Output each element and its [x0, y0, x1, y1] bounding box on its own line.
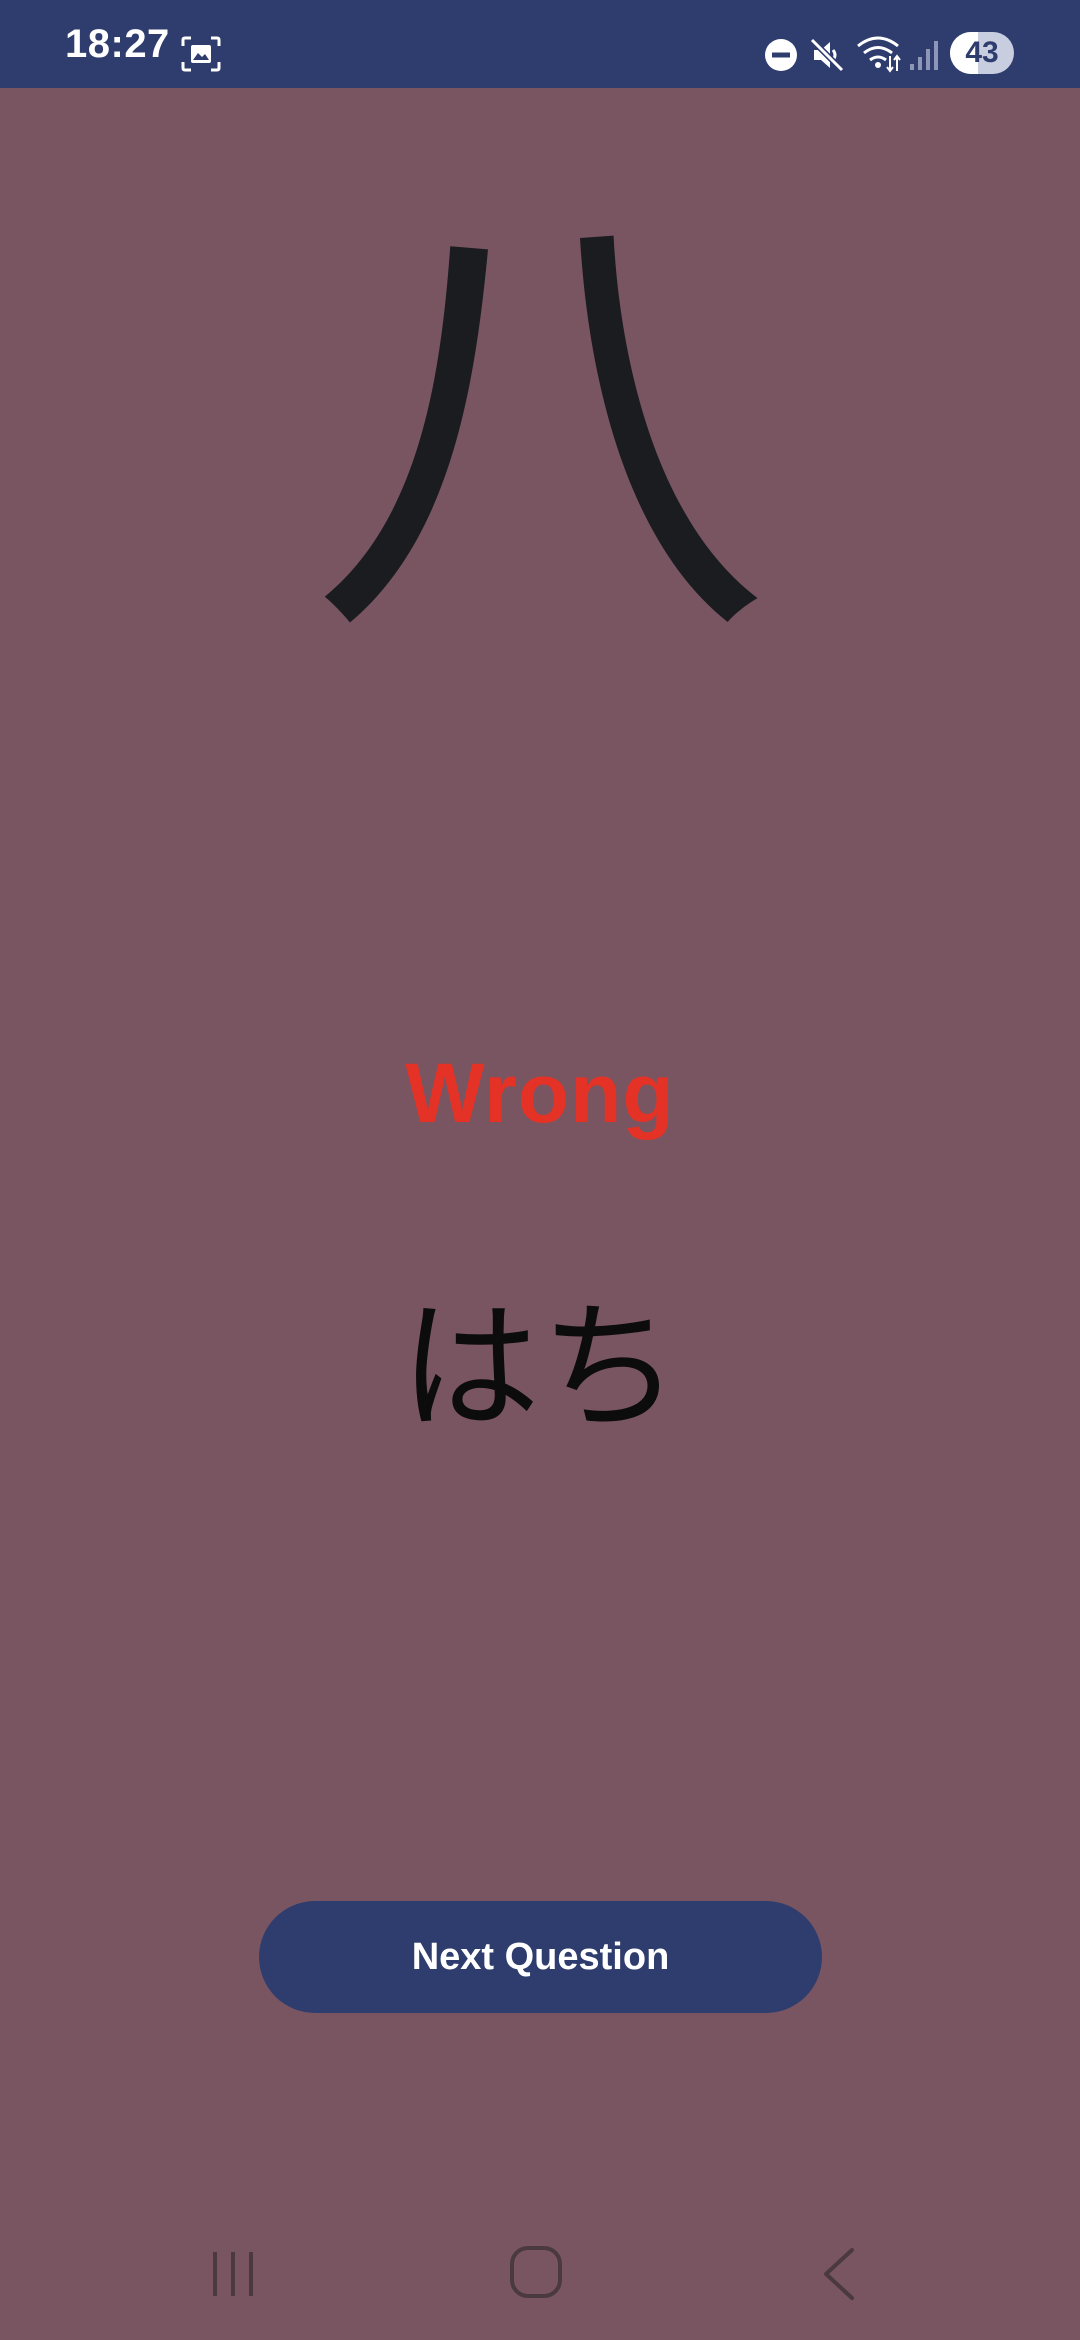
home-icon[interactable]: [508, 2244, 564, 2300]
question-character: 八: [310, 162, 770, 697]
back-icon[interactable]: [816, 2244, 860, 2304]
wifi-icon: [857, 36, 901, 73]
mute-icon: [809, 37, 845, 73]
navigation-bar: [0, 2220, 1080, 2340]
signal-icon: [910, 41, 938, 70]
status-bar: 18:27 43: [0, 0, 1080, 88]
next-question-button[interactable]: Next Question: [259, 1901, 822, 2013]
battery-icon: 43: [950, 32, 1014, 74]
battery-level: 43: [965, 36, 999, 69]
screenshot-icon: [181, 36, 221, 72]
answer-reading: はち: [399, 1287, 680, 1450]
do-not-disturb-icon: [765, 39, 797, 71]
status-time: 18:27: [65, 22, 170, 66]
result-label: Wrong: [405, 1046, 675, 1140]
recents-icon[interactable]: [209, 2248, 257, 2300]
